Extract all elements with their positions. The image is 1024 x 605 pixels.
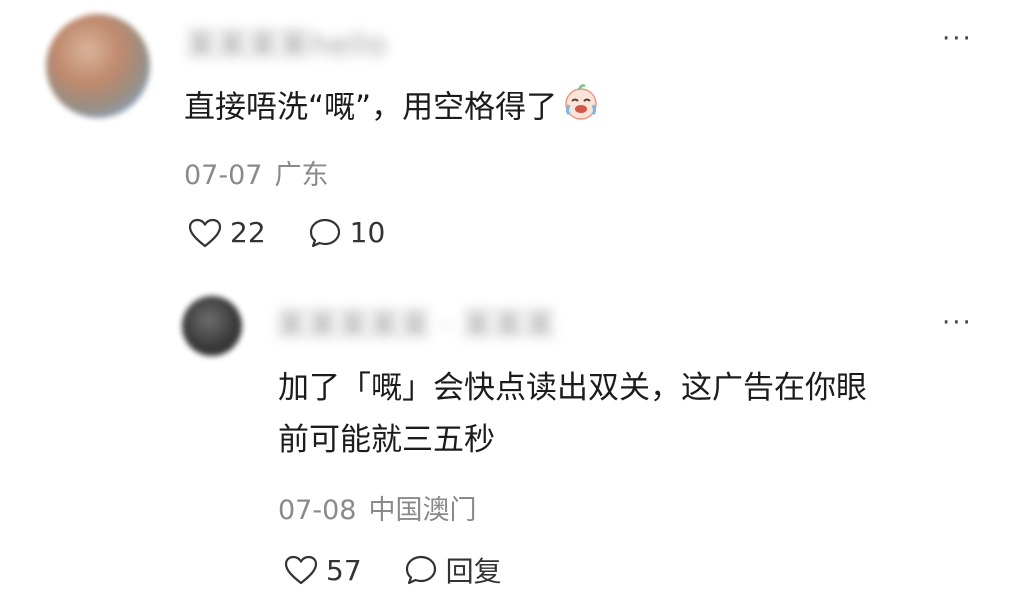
comment-avatar[interactable] bbox=[46, 14, 150, 118]
reply-reply-button[interactable]: 回复 bbox=[404, 550, 502, 590]
reply-like-button[interactable]: 57 bbox=[284, 554, 362, 587]
reply-actions: 57 回复 bbox=[284, 550, 502, 590]
comment-text: 直接唔洗“嘅”，用空格得了 bbox=[184, 89, 558, 126]
heart-icon bbox=[284, 555, 318, 585]
reply-author-name[interactable]: 某某某某某 · 某某某 bbox=[276, 300, 556, 344]
reply-date: 07-08 bbox=[278, 495, 357, 526]
crying-laughing-emoji-icon bbox=[561, 82, 601, 136]
reply-reply-label: 回复 bbox=[445, 555, 502, 588]
comment-reply-count: 10 bbox=[349, 216, 386, 249]
comment-body: 直接唔洗“嘅”，用空格得了 bbox=[184, 82, 601, 136]
reply-text-line-2: 前可能就三五秒 bbox=[278, 422, 495, 458]
reply-text-line-1: 加了「嘅」会快点读出双关，这广告在你眼 bbox=[278, 370, 867, 406]
reply-avatar[interactable] bbox=[182, 296, 242, 356]
reply-more-options-button[interactable]: ··· bbox=[942, 310, 973, 336]
comment-like-count: 22 bbox=[230, 216, 266, 249]
comment-reply-button[interactable]: 10 bbox=[308, 216, 386, 249]
speech-bubble-icon bbox=[309, 218, 340, 247]
reply-like-count: 57 bbox=[326, 553, 362, 587]
comment-author-name[interactable]: 某某某某hello bbox=[186, 20, 388, 64]
reply-location: 中国澳门 bbox=[368, 495, 477, 526]
speech-bubble-icon bbox=[405, 555, 436, 585]
comment-date: 07-07 bbox=[184, 160, 263, 191]
comment-actions: 22 10 bbox=[188, 216, 385, 249]
heart-icon bbox=[188, 218, 222, 247]
comment-location: 广东 bbox=[274, 160, 329, 191]
comment-like-button[interactable]: 22 bbox=[188, 216, 266, 249]
comment-meta: 07-07 广东 bbox=[184, 153, 328, 192]
reply-meta: 07-08 中国澳门 bbox=[278, 488, 476, 527]
comment-more-options-button[interactable]: ··· bbox=[942, 26, 973, 52]
